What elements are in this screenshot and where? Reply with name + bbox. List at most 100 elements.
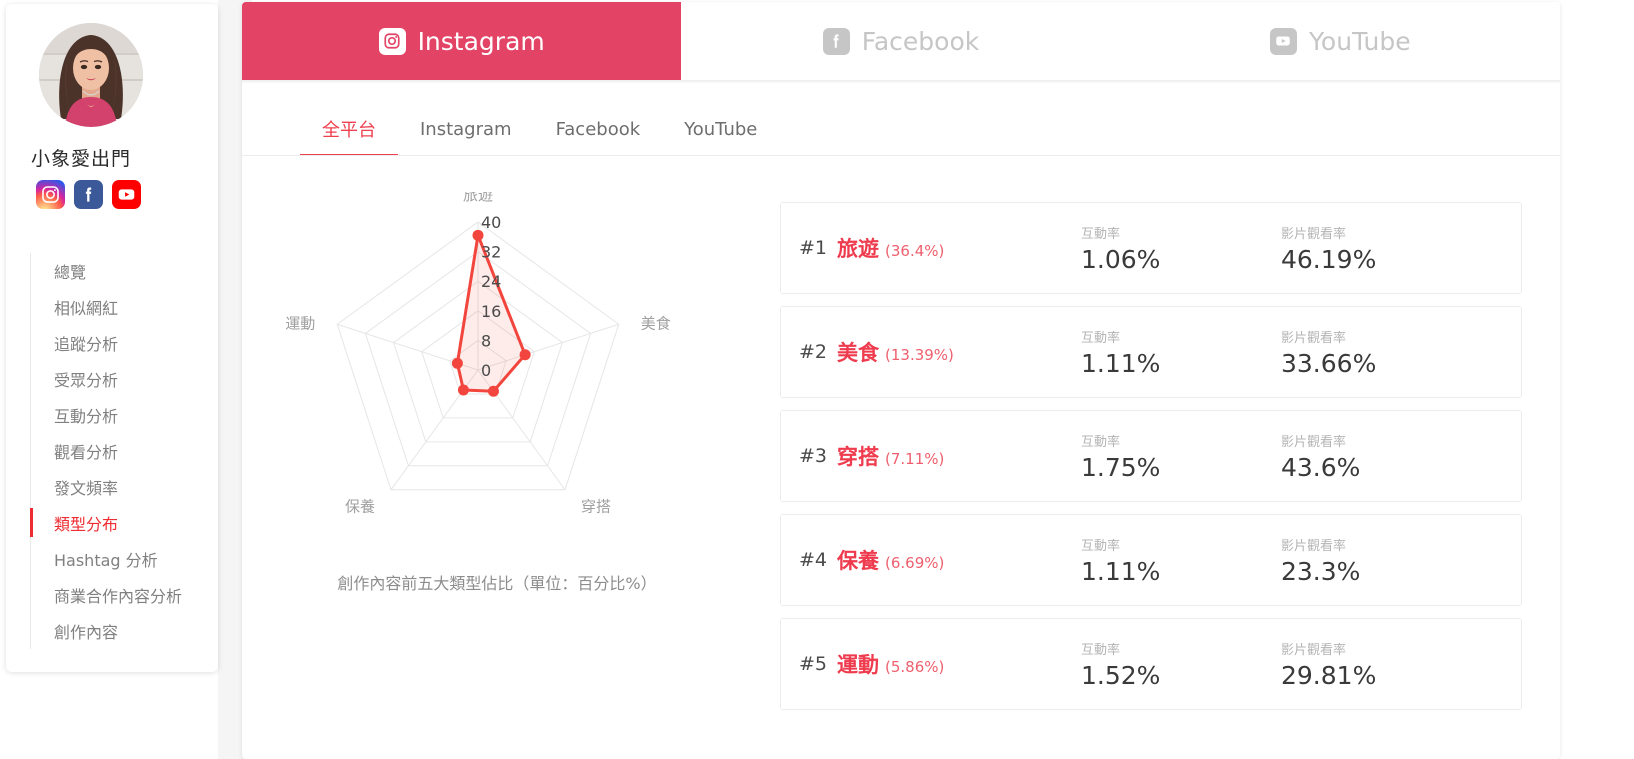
category-name: 美食 xyxy=(837,341,879,365)
instagram-icon xyxy=(378,27,406,55)
table-row[interactable]: #2 美食 (13.39%) 互動率 1.11% 影片觀看率 33.66% xyxy=(780,306,1522,398)
sidebar-item-label: 總覽 xyxy=(54,263,87,282)
svg-text:保養: 保養 xyxy=(345,498,375,516)
svg-text:旅遊: 旅遊 xyxy=(463,192,493,204)
sidebar-item-10[interactable]: 創作內容 xyxy=(31,613,216,649)
category-share: (7.11%) xyxy=(885,450,945,468)
youtube-icon[interactable] xyxy=(112,180,141,209)
app-root: 小象愛出門 總覽 相似網紅 追蹤分析 受眾分析 互動分析 觀看分析 發文頻率 類… xyxy=(0,0,1634,759)
sidebar-item-label: 發文頻率 xyxy=(54,479,119,498)
rank-category: 美食 (13.39%) xyxy=(837,337,1081,367)
metric-label: 互動率 xyxy=(1081,538,1121,554)
category-share: (5.86%) xyxy=(885,658,945,676)
sidebar-item-0[interactable]: 總覽 xyxy=(31,253,216,289)
metric-video-view: 影片觀看率 46.19% xyxy=(1281,223,1481,274)
tab-label: Instagram xyxy=(417,26,545,56)
metric-engagement: 互動率 1.52% xyxy=(1081,639,1281,690)
tab-label: YouTube xyxy=(1308,26,1411,56)
tab-label: Facebook xyxy=(861,26,980,56)
instagram-icon[interactable] xyxy=(36,180,65,209)
subtab-label: Facebook xyxy=(555,118,641,140)
youtube-icon xyxy=(1269,27,1297,55)
metric-video-view: 影片觀看率 29.81% xyxy=(1281,639,1481,690)
metric-value: 33.66% xyxy=(1281,348,1377,378)
sidebar-item-2[interactable]: 追蹤分析 xyxy=(31,325,216,361)
rank-number: #5 xyxy=(798,653,827,675)
subtab-label: YouTube xyxy=(684,118,758,140)
rank-category: 運動 (5.86%) xyxy=(837,649,1081,679)
sidebar-item-label: 追蹤分析 xyxy=(54,335,119,354)
sidebar-item-4[interactable]: 互動分析 xyxy=(31,397,216,433)
table-row[interactable]: #4 保養 (6.69%) 互動率 1.11% 影片觀看率 23.3% xyxy=(780,514,1522,606)
tab-instagram[interactable]: Instagram xyxy=(242,2,682,80)
sidebar-item-8[interactable]: Hashtag 分析 xyxy=(31,541,216,577)
sidebar-nav: 總覽 相似網紅 追蹤分析 受眾分析 互動分析 觀看分析 發文頻率 類型分布 Ha… xyxy=(30,253,216,649)
facebook-icon[interactable] xyxy=(74,180,103,209)
subtab-instagram[interactable]: Instagram xyxy=(398,102,534,156)
platform-tabs: Instagram Facebook YouTube xyxy=(242,2,1560,80)
svg-text:美食: 美食 xyxy=(641,314,671,332)
facebook-icon xyxy=(822,27,850,55)
metric-value: 1.11% xyxy=(1081,348,1161,378)
radar-chart: 0 8 16 24 32 40 旅遊 美食 穿搭 保養 運動 創作內容前五大類型佔比（單位：百分比%… xyxy=(282,192,712,612)
category-name: 旅遊 xyxy=(837,237,879,261)
rank-category: 保養 (6.69%) xyxy=(837,545,1081,575)
svg-text:0: 0 xyxy=(481,361,491,380)
metric-label: 互動率 xyxy=(1081,434,1121,450)
sidebar-item-label: 創作內容 xyxy=(54,623,119,642)
table-row[interactable]: #5 運動 (5.86%) 互動率 1.52% 影片觀看率 29.81% xyxy=(780,618,1522,710)
metric-label: 互動率 xyxy=(1081,330,1121,346)
sidebar-item-3[interactable]: 受眾分析 xyxy=(31,361,216,397)
subtab-label: Instagram xyxy=(420,118,512,140)
metric-engagement: 互動率 1.75% xyxy=(1081,431,1281,482)
subtab-youtube[interactable]: YouTube xyxy=(662,102,779,156)
metric-engagement: 互動率 1.06% xyxy=(1081,223,1281,274)
metric-engagement: 互動率 1.11% xyxy=(1081,327,1281,378)
social-links xyxy=(36,180,141,209)
table-row[interactable]: #3 穿搭 (7.11%) 互動率 1.75% 影片觀看率 43.6% xyxy=(780,410,1522,502)
metric-value: 1.06% xyxy=(1081,244,1161,274)
sidebar-item-label: 類型分布 xyxy=(54,515,119,534)
svg-text:穿搭: 穿搭 xyxy=(581,498,611,516)
metric-value: 46.19% xyxy=(1281,244,1377,274)
metric-value: 29.81% xyxy=(1281,660,1377,690)
tabs-divider xyxy=(242,80,1560,83)
tab-youtube[interactable]: YouTube xyxy=(1120,2,1560,80)
svg-text:16: 16 xyxy=(481,302,501,321)
sidebar-item-1[interactable]: 相似網紅 xyxy=(31,289,216,325)
profile-name: 小象愛出門 xyxy=(31,148,132,170)
subtab-facebook[interactable]: Facebook xyxy=(534,102,663,156)
category-share: (36.4%) xyxy=(885,242,945,260)
metric-value: 1.52% xyxy=(1081,660,1161,690)
svg-text:8: 8 xyxy=(481,331,491,350)
category-name: 穿搭 xyxy=(837,445,879,469)
metric-value: 1.11% xyxy=(1081,556,1161,586)
main-panel: Instagram Facebook YouTube 全平台 Instagram… xyxy=(242,2,1560,759)
metric-label: 影片觀看率 xyxy=(1281,538,1347,554)
subtab-all-platforms[interactable]: 全平台 xyxy=(300,102,398,156)
metric-label: 影片觀看率 xyxy=(1281,642,1347,658)
sidebar-item-5[interactable]: 觀看分析 xyxy=(31,433,216,469)
chart-caption: 創作內容前五大類型佔比（單位：百分比%） xyxy=(337,574,657,593)
tab-facebook[interactable]: Facebook xyxy=(681,2,1121,80)
rank-number: #2 xyxy=(798,341,827,363)
category-name: 保養 xyxy=(837,549,879,573)
svg-text:40: 40 xyxy=(481,213,501,232)
sidebar-item-6[interactable]: 發文頻率 xyxy=(31,469,216,505)
metric-video-view: 影片觀看率 43.6% xyxy=(1281,431,1481,482)
sidebar-item-label: 相似網紅 xyxy=(54,299,119,318)
avatar xyxy=(39,23,143,127)
svg-text:運動: 運動 xyxy=(285,314,315,332)
rank-number: #3 xyxy=(798,445,827,467)
metric-label: 影片觀看率 xyxy=(1281,226,1347,242)
metric-label: 影片觀看率 xyxy=(1281,434,1347,450)
metric-video-view: 影片觀看率 23.3% xyxy=(1281,535,1481,586)
sidebar-item-9[interactable]: 商業合作內容分析 xyxy=(31,577,216,613)
sidebar-item-label: 互動分析 xyxy=(54,407,119,426)
category-ranking-list: #1 旅遊 (36.4%) 互動率 1.06% 影片觀看率 46.19% #2 … xyxy=(780,202,1522,722)
sidebar-item-label: 商業合作內容分析 xyxy=(54,587,183,606)
sidebar-item-7-active[interactable]: 類型分布 xyxy=(30,505,216,541)
rank-number: #4 xyxy=(798,549,827,571)
rank-category: 穿搭 (7.11%) xyxy=(837,441,1081,471)
table-row[interactable]: #1 旅遊 (36.4%) 互動率 1.06% 影片觀看率 46.19% xyxy=(780,202,1522,294)
